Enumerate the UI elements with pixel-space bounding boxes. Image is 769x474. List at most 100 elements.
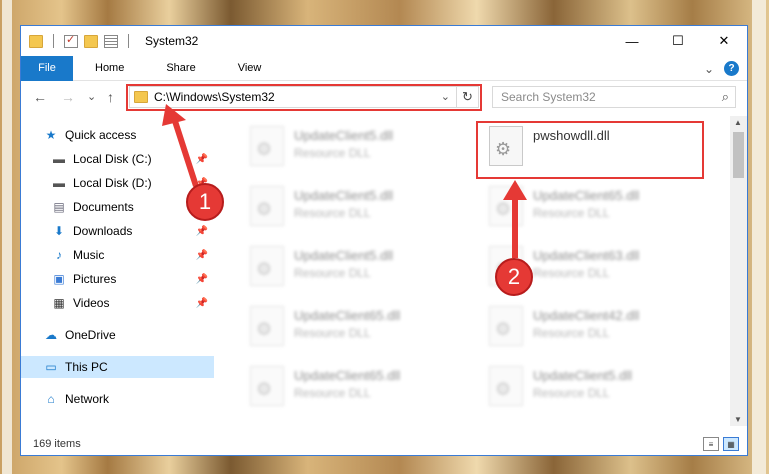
properties-check-icon[interactable]	[64, 33, 78, 48]
window-title: System32	[145, 34, 199, 48]
separator	[128, 34, 129, 48]
title-bar: System32 — ☐ ✕	[21, 26, 747, 56]
minimize-button[interactable]: —	[609, 26, 655, 56]
file-item[interactable]: ⚙ UpdateClient5.dll Resource DLL	[240, 120, 470, 172]
file-item[interactable]: ⚙ UpdateClient42.dll Resource DLL	[479, 300, 709, 352]
videos-icon: ▦	[53, 296, 65, 310]
tab-file[interactable]: File	[21, 55, 73, 81]
status-bar: 169 items ≡ ▦	[21, 433, 747, 455]
nav-videos[interactable]: ▦ Videos 📌	[21, 292, 214, 314]
file-item[interactable]: ⚙ UpdateClient65.dll Resource DLL	[479, 180, 709, 232]
nav-quick-access[interactable]: ★ Quick access	[21, 124, 214, 146]
tab-view[interactable]: View	[216, 62, 282, 74]
file-type: Resource DLL	[533, 206, 610, 220]
dll-file-icon: ⚙	[250, 366, 284, 406]
nav-documents[interactable]: ▤ Documents 📌	[21, 196, 214, 218]
expand-ribbon-icon[interactable]: ⌄	[704, 62, 714, 76]
dll-file-icon: ⚙	[250, 246, 284, 286]
file-name: UpdateClient5.dll	[294, 128, 394, 143]
music-icon: ♪	[56, 248, 62, 262]
search-placeholder: Search System32	[501, 90, 596, 104]
file-item[interactable]: ⚙ UpdateClient5.dll Resource DLL	[240, 180, 470, 232]
quick-access-toolbar: System32	[21, 33, 199, 48]
new-folder-icon[interactable]	[84, 34, 98, 48]
file-name: UpdateClient5.dll	[533, 368, 633, 383]
file-highlight-box	[476, 121, 704, 179]
network-icon: ⌂	[47, 392, 55, 406]
nav-local-disk-d[interactable]: ▬ Local Disk (D:) 📌	[21, 172, 214, 194]
nav-this-pc[interactable]: ▭ This PC	[21, 356, 214, 378]
pin-icon: 📌	[195, 225, 208, 237]
dll-file-icon: ⚙	[250, 306, 284, 346]
nav-label: Quick access	[65, 128, 137, 142]
scroll-thumb[interactable]	[733, 132, 744, 178]
view-toggle: ≡ ▦	[703, 437, 739, 451]
scroll-down-icon[interactable]: ▼	[734, 415, 742, 424]
maximize-button[interactable]: ☐	[655, 26, 701, 56]
tab-share[interactable]: Share	[144, 62, 215, 74]
navigation-bar: ← → ⌄ ↑ C:\Windows\System32 ⌄ ↻ Search S…	[21, 82, 747, 112]
tab-home[interactable]: Home	[73, 62, 144, 74]
file-item[interactable]: ⚙ UpdateClient5.dll Resource DLL	[240, 240, 470, 292]
cloud-icon: ☁	[45, 328, 57, 342]
nav-music[interactable]: ♪ Music 📌	[21, 244, 214, 266]
file-type: Resource DLL	[533, 266, 610, 280]
vertical-scrollbar[interactable]: ▲ ▼	[730, 116, 747, 426]
customize-toolbar-icon[interactable]	[104, 34, 118, 48]
folder-icon[interactable]	[29, 34, 43, 48]
search-box[interactable]: Search System32 ⌕	[492, 86, 736, 108]
pin-icon: 📌	[195, 153, 208, 165]
file-name: UpdateClient65.dll	[294, 308, 401, 323]
nav-label: Local Disk (D:)	[73, 176, 152, 190]
navigation-pane: ★ Quick access ▬ Local Disk (C:) 📌 ▬ Loc…	[21, 116, 214, 426]
nav-onedrive[interactable]: ☁ OneDrive	[21, 324, 214, 346]
file-type: Resource DLL	[294, 386, 371, 400]
drive-icon: ▬	[53, 152, 65, 166]
background-tree	[2, 0, 12, 474]
star-icon: ★	[45, 128, 57, 142]
dll-file-icon: ⚙	[250, 126, 284, 166]
separator	[53, 34, 54, 48]
back-button[interactable]: ←	[33, 89, 47, 105]
drive-icon: ▬	[53, 176, 65, 190]
nav-label: Local Disk (C:)	[73, 152, 152, 166]
file-name: UpdateClient65.dll	[294, 368, 401, 383]
nav-network[interactable]: ⌂ Network	[21, 388, 214, 410]
ribbon-right: ⌄ ?	[704, 61, 739, 76]
file-item[interactable]: ⚙ UpdateClient65.dll Resource DLL	[240, 360, 470, 412]
nav-label: This PC	[65, 360, 108, 374]
details-view-icon[interactable]: ≡	[703, 437, 719, 451]
nav-label: Videos	[73, 296, 110, 310]
file-item[interactable]: ⚙ UpdateClient5.dll Resource DLL	[479, 360, 709, 412]
file-type: Resource DLL	[294, 146, 371, 160]
nav-label: Network	[65, 392, 110, 406]
nav-downloads[interactable]: ⬇ Downloads 📌	[21, 220, 214, 242]
nav-local-disk-c[interactable]: ▬ Local Disk (C:) 📌	[21, 148, 214, 170]
nav-label: Documents	[73, 200, 134, 214]
recent-locations-button[interactable]: ⌄	[87, 90, 96, 103]
nav-label: Pictures	[73, 272, 117, 286]
step-marker-1: 1	[186, 183, 224, 221]
computer-icon: ▭	[45, 360, 57, 374]
dll-file-icon: ⚙	[489, 306, 523, 346]
file-name: UpdateClient5.dll	[294, 188, 394, 203]
nav-label: OneDrive	[65, 328, 116, 342]
pin-icon: 📌	[195, 297, 208, 309]
pin-icon: 📌	[195, 273, 208, 285]
pictures-icon: ▣	[53, 272, 65, 286]
help-icon[interactable]: ?	[724, 61, 739, 76]
search-icon[interactable]: ⌕	[722, 89, 729, 105]
file-type: Resource DLL	[294, 206, 371, 220]
file-item[interactable]: ⚙ UpdateClient65.dll Resource DLL	[240, 300, 470, 352]
forward-button[interactable]: →	[61, 89, 75, 105]
large-icons-view-icon[interactable]: ▦	[723, 437, 739, 451]
downloads-icon: ⬇	[53, 224, 65, 238]
file-name: UpdateClient63.dll	[533, 248, 640, 263]
scroll-up-icon[interactable]: ▲	[734, 118, 742, 127]
dll-file-icon: ⚙	[489, 366, 523, 406]
dll-file-icon: ⚙	[250, 186, 284, 226]
nav-pictures[interactable]: ▣ Pictures 📌	[21, 268, 214, 290]
file-type: Resource DLL	[533, 326, 610, 340]
close-button[interactable]: ✕	[701, 26, 747, 56]
up-button[interactable]: ↑	[107, 89, 114, 105]
